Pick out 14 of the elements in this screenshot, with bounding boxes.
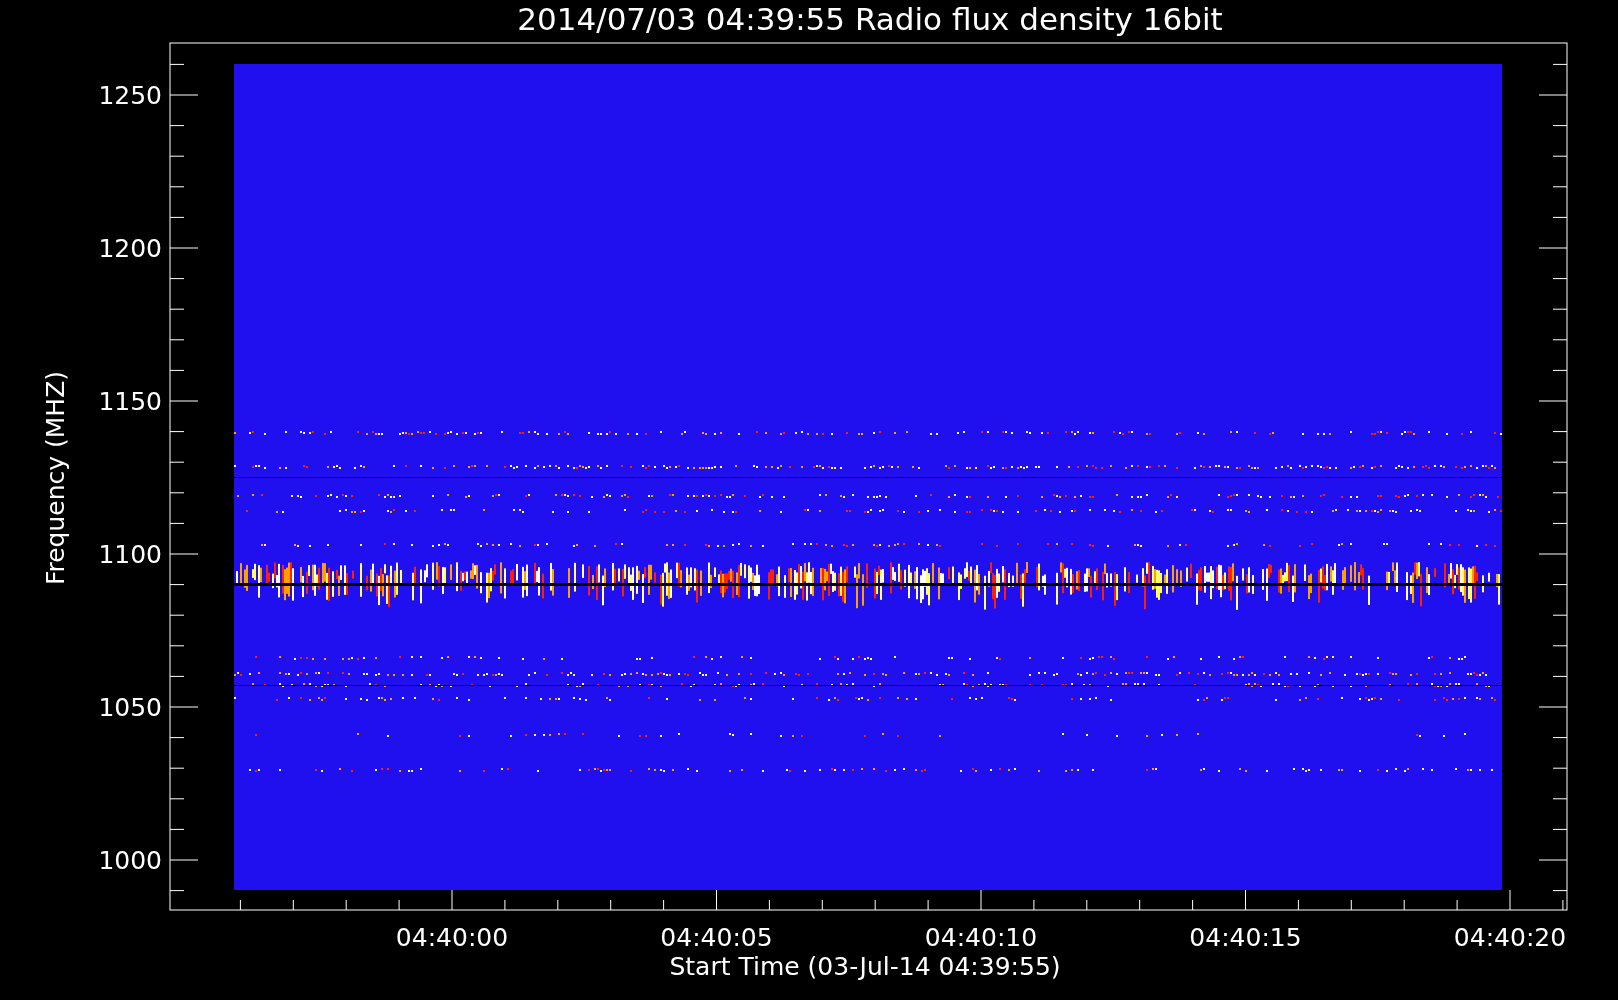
x-tick-label: 04:40:10: [924, 923, 1038, 952]
chart-title: 2014/07/03 04:39:55 Radio flux density 16bit: [517, 1, 1223, 37]
y-tick-label: 1000: [98, 846, 162, 875]
x-tick-label: 04:40:00: [395, 923, 509, 952]
y-tick-label: 1150: [98, 387, 162, 416]
y-axis-label: Frequency (MHZ): [41, 370, 70, 586]
y-tick-label: 1050: [98, 693, 162, 722]
y-tick-label: 1250: [98, 81, 162, 110]
x-tick-label: 04:40:15: [1189, 923, 1302, 952]
y-tick-label: 1200: [98, 234, 162, 263]
x-tick-label: 04:40:20: [1453, 923, 1567, 952]
y-tick-label: 1100: [98, 540, 162, 569]
x-tick-label: 04:40:05: [660, 923, 773, 952]
x-axis-label: Start Time (03-Jul-14 04:39:55): [669, 952, 1061, 981]
